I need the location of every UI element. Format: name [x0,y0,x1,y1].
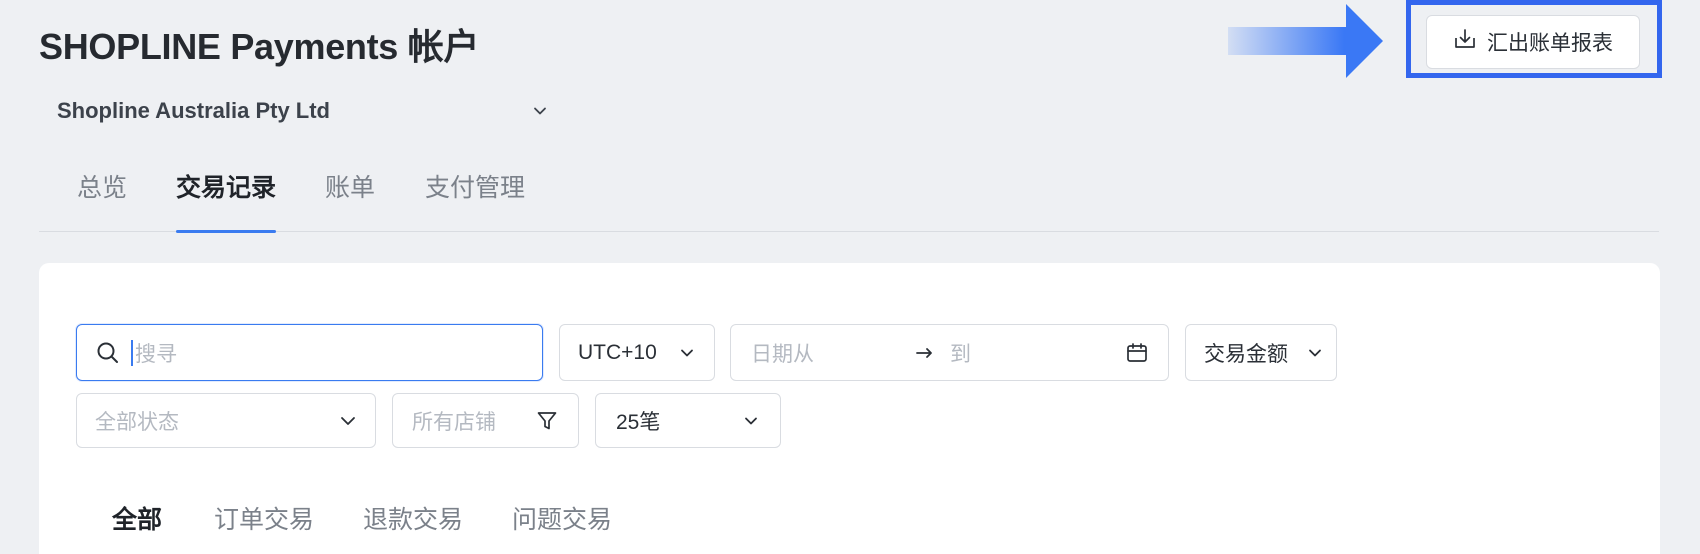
search-placeholder: 搜寻 [135,342,177,366]
date-from-placeholder: 日期从 [751,342,814,366]
subtab-order-transactions[interactable]: 订单交易 [214,500,314,536]
account-name: Shopline Australia Pty Ltd [57,98,330,123]
chevron-down-icon [339,412,357,430]
page-size-select[interactable]: 25笔 [595,393,781,448]
amount-filter[interactable]: 交易金额 [1185,324,1337,381]
range-arrow-icon [916,347,934,359]
filter-icon [536,410,558,432]
status-select[interactable]: 全部状态 [76,393,376,448]
amount-label: 交易金额 [1204,342,1288,366]
download-icon [1453,27,1477,57]
subtab-refund-transactions[interactable]: 退款交易 [363,500,463,536]
subtab-all[interactable]: 全部 [112,500,162,536]
tab-payment-management[interactable]: 支付管理 [425,168,525,232]
tab-overview[interactable]: 总览 [77,168,127,232]
status-placeholder: 全部状态 [95,410,179,434]
main-tabs: 总览 交易记录 账单 支付管理 [39,160,1659,233]
store-filter[interactable]: 所有店铺 [392,393,579,448]
page-title: SHOPLINE Payments 帐户 [39,26,480,67]
search-icon [95,340,121,366]
chevron-down-icon [1308,346,1322,360]
account-selector[interactable]: Shopline Australia Pty Ltd [57,94,547,128]
subtab-problem-transactions[interactable]: 问题交易 [512,500,612,536]
chevron-down-icon [533,104,547,118]
tab-statements[interactable]: 账单 [325,168,375,232]
tab-transactions[interactable]: 交易记录 [176,168,277,233]
timezone-value: UTC+10 [578,340,657,364]
store-placeholder: 所有店铺 [412,410,496,434]
export-button-label: 汇出账单报表 [1487,32,1613,55]
chevron-down-icon [680,346,694,360]
calendar-icon [1125,341,1149,365]
date-range-picker[interactable]: 日期从 到 [730,324,1169,381]
text-cursor [131,339,133,366]
date-to-placeholder: 到 [950,342,971,366]
timezone-select[interactable]: UTC+10 [559,324,715,381]
arrow-pointer-icon [1228,4,1383,78]
search-input[interactable]: 搜寻 [76,324,543,381]
chevron-down-icon [744,414,758,428]
page-size-value: 25笔 [616,410,661,434]
export-statement-button[interactable]: 汇出账单报表 [1426,15,1640,69]
